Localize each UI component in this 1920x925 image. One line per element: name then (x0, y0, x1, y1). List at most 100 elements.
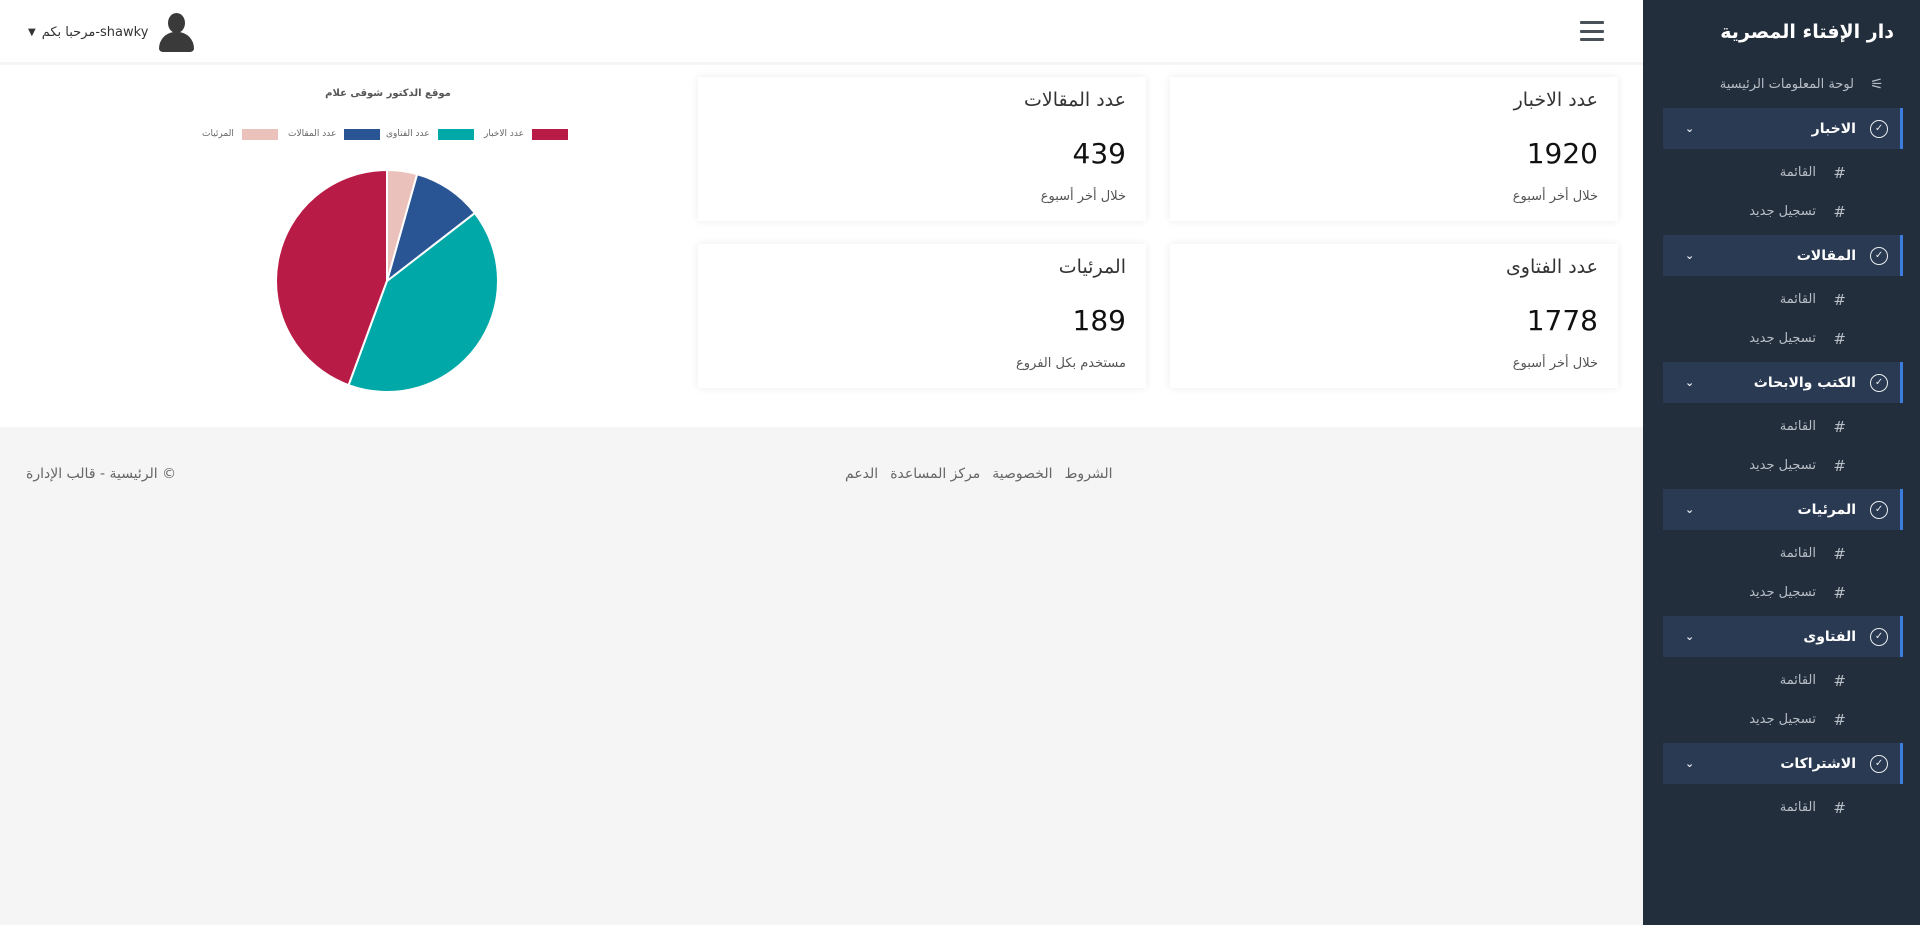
legend-item: عدد المقالات (288, 127, 381, 141)
check-circle-icon: ✓ (1870, 627, 1888, 646)
card-value: 439 (1072, 137, 1126, 170)
legend-swatch (241, 128, 278, 140)
top-navbar: ▼ مرحبا بكم-shawky (0, 0, 1643, 62)
card-title: عدد المقالات (1024, 89, 1126, 111)
card-subtitle: خلال أخر أسبوع (1040, 189, 1126, 204)
hash-icon: # (1833, 710, 1846, 729)
footer-link-terms[interactable]: الشروط (1064, 466, 1112, 482)
footer-link-privacy[interactable]: الخصوصية (992, 466, 1052, 482)
sidebar-group-articles[interactable]: ✓ المقالات ⌄ (1663, 235, 1903, 276)
hash-icon: # (1833, 544, 1846, 563)
avatar (156, 12, 196, 52)
sidebar-group-label: الكتب والابحاث (1753, 374, 1856, 391)
sidebar-subitem-label: تسجيل جديد (1749, 204, 1816, 219)
sidebar-group-news[interactable]: ✓ الاخبار ⌄ (1663, 108, 1903, 149)
user-menu[interactable]: ▼ مرحبا بكم-shawky (28, 12, 196, 52)
sliders-icon: ⚟ (1870, 75, 1884, 93)
legend-label: عدد الاخبار (484, 129, 524, 139)
check-circle-icon: ✓ (1870, 246, 1888, 265)
card-subtitle: مستخدم بكل الفروع (1015, 356, 1126, 371)
legend-label: عدد المقالات (288, 129, 337, 139)
legend-swatch (437, 128, 474, 140)
hash-icon: # (1833, 202, 1846, 221)
sidebar-group-label: المقالات (1796, 247, 1856, 264)
check-circle-icon: ✓ (1870, 119, 1888, 138)
hash-icon: # (1833, 329, 1846, 348)
card-subtitle: خلال أخر أسبوع (1512, 189, 1598, 204)
sidebar-group-fatwas[interactable]: ✓ الفتاوى ⌄ (1663, 616, 1903, 657)
footer-links: الشروط الخصوصية مركز المساعدة الدعم (833, 466, 1113, 482)
legend-label: عدد الفتاوى (386, 129, 430, 139)
hash-icon: # (1833, 583, 1846, 602)
sidebar-subitem-books-list[interactable]: # القائمة (1643, 407, 1920, 446)
footer-link-support[interactable]: الدعم (845, 466, 878, 482)
card-subtitle: خلال أخر أسبوع (1512, 356, 1598, 371)
stat-card-articles: عدد المقالات 439 خلال أخر أسبوع (698, 77, 1146, 221)
sidebar-subitem-books-new[interactable]: # تسجيل جديد (1643, 446, 1920, 485)
dashboard-panel: عدد الاخبار 1920 خلال أخر أسبوع عدد المق… (0, 65, 1643, 427)
sidebar-subitem-label: تسجيل جديد (1749, 458, 1816, 473)
stat-card-news: عدد الاخبار 1920 خلال أخر أسبوع (1170, 77, 1618, 221)
legend-label: المرئيات (202, 129, 234, 139)
user-greeting: مرحبا بكم-shawky (41, 24, 149, 40)
legend-item: المرئيات (202, 127, 278, 141)
chevron-down-icon: ⌄ (1685, 757, 1695, 770)
chevron-down-icon: ⌄ (1685, 376, 1695, 389)
sidebar-group-label: الفتاوى (1803, 628, 1856, 645)
sidebar-group-label: المرئيات (1797, 501, 1856, 518)
sidebar-subitem-label: القائمة (1779, 546, 1816, 561)
chevron-down-icon: ⌄ (1685, 122, 1695, 135)
footer-copyright: © الرئيسية - قالب الإدارة (26, 466, 177, 482)
hash-icon: # (1833, 417, 1846, 436)
check-circle-icon: ✓ (1870, 500, 1888, 519)
sidebar-group-label: الاخبار (1811, 120, 1856, 137)
sidebar-subitem-label: تسجيل جديد (1749, 712, 1816, 727)
card-value: 189 (1072, 304, 1126, 337)
brand-title: دار الإفتاء المصرية (1720, 21, 1894, 43)
sidebar-subitem-articles-new[interactable]: # تسجيل جديد (1643, 319, 1920, 358)
sidebar-subitem-news-new[interactable]: # تسجيل جديد (1643, 192, 1920, 231)
sidebar-subitem-label: القائمة (1779, 800, 1816, 815)
sidebar-subitem-videos-new[interactable]: # تسجيل جديد (1643, 573, 1920, 612)
hash-icon: # (1833, 163, 1846, 182)
sidebar-subitem-label: القائمة (1779, 165, 1816, 180)
legend-item: عدد الاخبار (484, 127, 568, 141)
sidebar-subitem-subscriptions-list[interactable]: # القائمة (1643, 788, 1920, 827)
chevron-down-icon: ▼ (28, 26, 36, 38)
sidebar-subitem-articles-list[interactable]: # القائمة (1643, 280, 1920, 319)
stat-card-videos: المرئيات 189 مستخدم بكل الفروع (698, 244, 1146, 388)
card-value: 1920 (1526, 137, 1598, 170)
sidebar-subitem-label: القائمة (1779, 292, 1816, 307)
sidebar-subitem-news-list[interactable]: # القائمة (1643, 153, 1920, 192)
hash-icon: # (1833, 798, 1846, 817)
card-title: المرئيات (1058, 256, 1126, 278)
hash-icon: # (1833, 671, 1846, 690)
legend-swatch (531, 128, 568, 140)
legend-item: عدد الفتاوى (386, 127, 474, 141)
sidebar-group-books[interactable]: ✓ الكتب والابحاث ⌄ (1663, 362, 1903, 403)
sidebar-subitem-label: القائمة (1779, 673, 1816, 688)
sidebar-subitem-fatwas-new[interactable]: # تسجيل جديد (1643, 700, 1920, 739)
sidebar-subitem-label: تسجيل جديد (1749, 585, 1816, 600)
chart-title: موقع الدكتور شوقى علام (325, 88, 451, 99)
check-circle-icon: ✓ (1870, 373, 1888, 392)
sidebar-group-label: الاشتراكات (1780, 755, 1856, 772)
sidebar-group-videos[interactable]: ✓ المرئيات ⌄ (1663, 489, 1903, 530)
sidebar-group-subscriptions[interactable]: ✓ الاشتراكات ⌄ (1663, 743, 1903, 784)
footer-link-help-center[interactable]: مركز المساعدة (890, 466, 980, 482)
sidebar-subitem-label: القائمة (1779, 419, 1816, 434)
sidebar-item-dashboard[interactable]: ⚟ لوحة المعلومات الرئيسية (1643, 64, 1920, 104)
chevron-down-icon: ⌄ (1685, 630, 1695, 643)
sidebar-subitem-fatwas-list[interactable]: # القائمة (1643, 661, 1920, 700)
chevron-down-icon: ⌄ (1685, 503, 1695, 516)
stat-card-fatwas: عدد الفتاوى 1778 خلال أخر أسبوع (1170, 244, 1618, 388)
hash-icon: # (1833, 290, 1846, 309)
sidebar: دار الإفتاء المصرية ⚟ لوحة المعلومات الر… (1643, 0, 1920, 925)
card-value: 1778 (1526, 304, 1598, 337)
hash-icon: # (1833, 456, 1846, 475)
legend-swatch (344, 128, 381, 140)
pie-chart (275, 168, 499, 393)
sidebar-subitem-videos-list[interactable]: # القائمة (1643, 534, 1920, 573)
hamburger-menu-icon[interactable] (1580, 21, 1604, 41)
card-title: عدد الاخبار (1513, 89, 1598, 111)
